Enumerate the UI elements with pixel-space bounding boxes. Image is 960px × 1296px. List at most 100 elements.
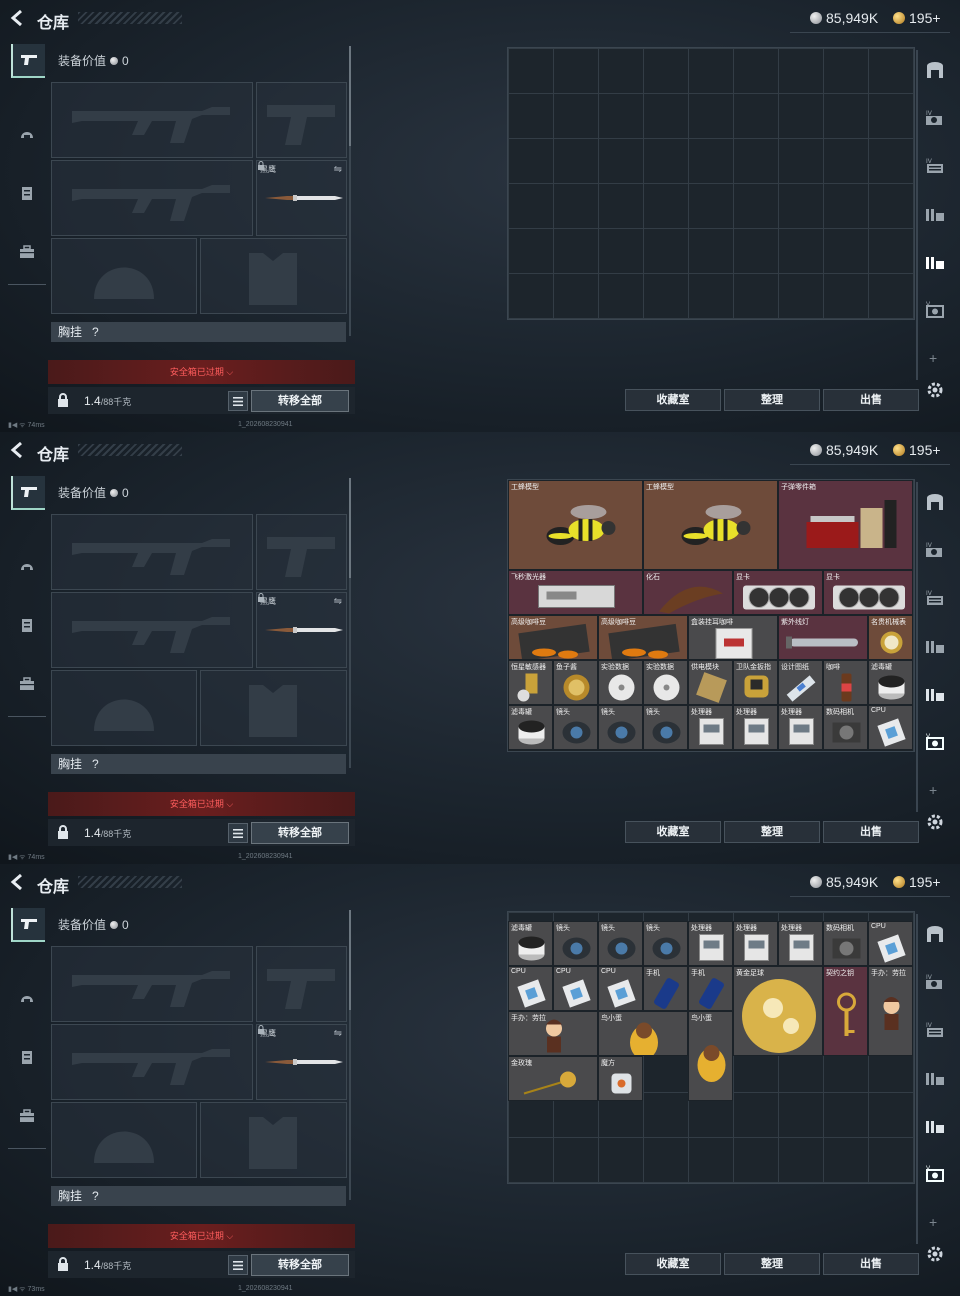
tab-storage-6[interactable]: V — [921, 296, 949, 324]
storage-item[interactable]: 工蜂模型 — [643, 480, 778, 570]
storage-item[interactable]: CPU — [868, 705, 913, 750]
sell-button[interactable]: 出售 — [823, 389, 919, 411]
storage-item[interactable]: 手机 — [688, 750, 733, 751]
storage-item[interactable]: 恒星敏感器 — [508, 660, 553, 705]
tab-storage-3[interactable]: IV — [921, 152, 949, 180]
storage-item[interactable]: 处理器 — [688, 921, 733, 966]
storage-item[interactable]: 契约之钥 — [823, 750, 868, 751]
storage-item[interactable]: 滤毒罐 — [508, 921, 553, 966]
storage-item[interactable]: 高级咖啡豆 — [598, 615, 688, 660]
storage-item[interactable]: 盒装挂耳咖啡 — [688, 615, 778, 660]
transfer-all-button[interactable]: 转移全部 — [251, 822, 349, 844]
melee-slot[interactable]: 黑鹰 ⇋ — [256, 160, 347, 236]
secondary-weapon-slot[interactable] — [51, 160, 253, 236]
storage-item[interactable]: 显卡 — [733, 570, 823, 615]
storage-item[interactable]: 供电模块 — [688, 660, 733, 705]
storage-item[interactable]: 名贵机械表 — [868, 615, 913, 660]
storage-item[interactable]: CPU — [598, 750, 643, 751]
sell-button[interactable]: 出售 — [823, 821, 919, 843]
tab-storage-2[interactable]: IV — [921, 104, 949, 132]
armor-slot[interactable] — [200, 670, 347, 746]
help-icon[interactable]: ? — [92, 1189, 99, 1203]
nav-armor[interactable] — [11, 1041, 43, 1073]
nav-armor[interactable] — [11, 177, 43, 209]
storage-item[interactable]: 显卡 — [823, 570, 913, 615]
helmet-slot[interactable] — [51, 238, 197, 314]
tab-storage-3[interactable]: IV — [921, 1016, 949, 1044]
equipment-scrollbar[interactable] — [349, 46, 351, 336]
nav-helmet[interactable] — [11, 550, 43, 582]
storage-grid[interactable]: 滤毒罐 镜头 镜头 镜头 处理器 处理器 处理器 数码相机 CPU CPU CPU CPU 手机 手机 黄金… — [507, 911, 915, 1184]
storage-item[interactable]: 黄金足球 — [733, 750, 823, 751]
storage-item[interactable]: 镜头 — [553, 921, 598, 966]
storage-item[interactable]: 设计图纸 — [778, 660, 823, 705]
storage-item[interactable]: 手办：劳拉 — [868, 750, 913, 751]
equipment-scrollbar[interactable] — [349, 478, 351, 768]
lock-icon[interactable] — [55, 824, 71, 840]
storage-item[interactable]: 飞秒激光器 — [508, 570, 643, 615]
storage-item[interactable]: 契约之钥 — [823, 966, 868, 1056]
gear-icon[interactable] — [926, 381, 944, 399]
storage-item[interactable]: CPU — [553, 966, 598, 1011]
primary-weapon-slot[interactable] — [51, 514, 253, 590]
storage-item[interactable]: 处理器 — [688, 705, 733, 750]
tab-storage-6[interactable]: V — [921, 728, 949, 756]
storage-grid[interactable] — [507, 47, 915, 320]
helmet-slot[interactable] — [51, 1102, 197, 1178]
sell-button[interactable]: 出售 — [823, 1253, 919, 1275]
storage-item[interactable]: 处理器 — [733, 921, 778, 966]
equipment-scrollbar[interactable] — [349, 910, 351, 1200]
storage-item[interactable]: 镜头 — [598, 705, 643, 750]
primary-weapon-slot[interactable] — [51, 946, 253, 1022]
organize-button[interactable]: 整理 — [724, 821, 820, 843]
plus-icon[interactable]: + — [929, 350, 937, 366]
tab-storage-5[interactable] — [921, 1112, 949, 1140]
storage-item[interactable]: 紫外线灯 — [778, 615, 868, 660]
helmet-slot[interactable] — [51, 670, 197, 746]
storage-item[interactable]: 手办：劳拉 — [508, 1011, 598, 1056]
tab-storage-2[interactable]: IV — [921, 536, 949, 564]
storage-item[interactable]: CPU — [553, 750, 598, 751]
list-button[interactable] — [228, 391, 248, 411]
lock-icon[interactable] — [55, 392, 71, 408]
pistol-slot[interactable] — [256, 514, 347, 590]
storage-item[interactable]: 子弹零件箱 — [778, 480, 913, 570]
storage-item[interactable]: CPU — [598, 966, 643, 1011]
pistol-slot[interactable] — [256, 946, 347, 1022]
help-icon[interactable]: ? — [92, 757, 99, 771]
nav-weapons[interactable] — [11, 476, 45, 510]
safe-box-expired-banner[interactable]: 安全箱已过期 ⌵ — [48, 360, 355, 384]
armor-slot[interactable] — [200, 238, 347, 314]
plus-icon[interactable]: + — [929, 782, 937, 798]
melee-slot[interactable]: 黑鹰 ⇋ — [256, 592, 347, 668]
storage-item[interactable]: 手办：劳拉 — [868, 966, 913, 1056]
secondary-weapon-slot[interactable] — [51, 1024, 253, 1100]
nav-helmet[interactable] — [11, 118, 43, 150]
back-icon[interactable] — [8, 8, 28, 28]
list-button[interactable] — [228, 1255, 248, 1275]
storage-grid[interactable]: 工蜂模型 工蜂模型 子弹零件箱 飞秒激光器 化石 显卡 显卡 高级咖啡豆 高级咖啡豆 盒装挂耳咖啡… — [507, 479, 915, 752]
armor-slot[interactable] — [200, 1102, 347, 1178]
storage-item[interactable]: 鸟小蛋 — [598, 1011, 688, 1056]
tab-safe[interactable] — [921, 56, 949, 84]
tab-storage-2[interactable]: IV — [921, 968, 949, 996]
nav-backpack[interactable] — [11, 668, 43, 700]
storage-item[interactable]: 镜头 — [643, 921, 688, 966]
storage-item[interactable]: 黄金足球 — [733, 966, 823, 1056]
storage-item[interactable]: 滤毒罐 — [508, 705, 553, 750]
tab-safe[interactable] — [921, 920, 949, 948]
chest-rig-slot[interactable]: 胸挂? — [51, 322, 346, 342]
storage-item[interactable]: 卫队金扳指 — [733, 660, 778, 705]
secondary-weapon-slot[interactable] — [51, 592, 253, 668]
chest-rig-slot[interactable]: 胸挂? — [51, 1186, 346, 1206]
tab-storage-4[interactable] — [921, 632, 949, 660]
storage-item[interactable]: 化石 — [643, 570, 733, 615]
back-icon[interactable] — [8, 872, 28, 892]
storage-item[interactable]: 处理器 — [778, 921, 823, 966]
back-icon[interactable] — [8, 440, 28, 460]
help-icon[interactable]: ? — [92, 325, 99, 339]
tab-storage-5[interactable] — [921, 248, 949, 276]
plus-icon[interactable]: + — [929, 1214, 937, 1230]
tab-safe[interactable] — [921, 488, 949, 516]
collection-button[interactable]: 收藏室 — [625, 389, 721, 411]
